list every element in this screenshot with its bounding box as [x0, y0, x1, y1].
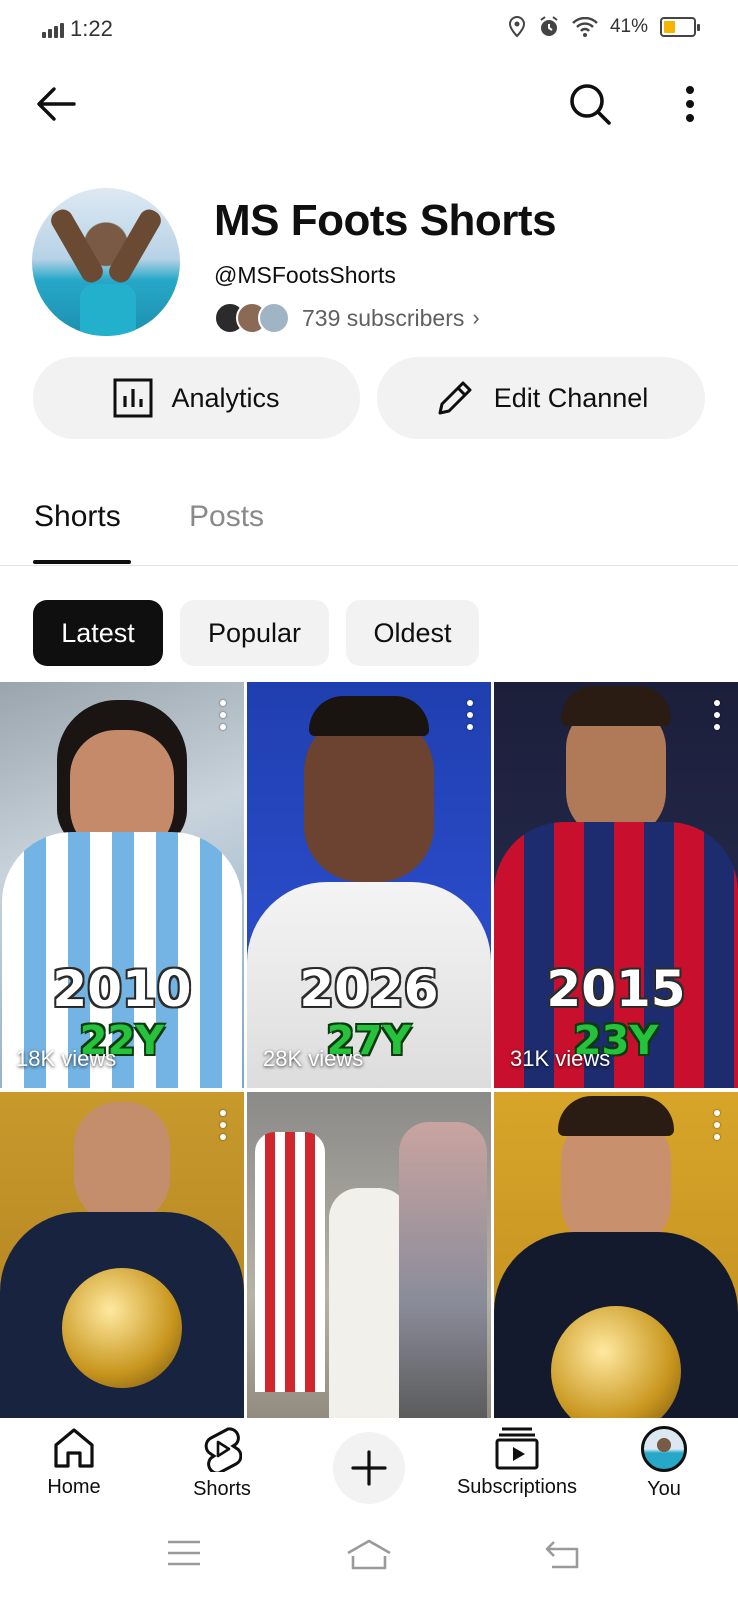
short-more-icon[interactable]: [712, 700, 722, 730]
search-icon: [570, 84, 611, 125]
plus-icon: [351, 1450, 387, 1486]
chevron-right-icon: ›: [472, 305, 480, 330]
nav-shorts-label: Shorts: [193, 1478, 251, 1500]
chip-oldest[interactable]: Oldest: [346, 600, 479, 666]
system-nav-bar: [0, 1516, 738, 1600]
location-icon: [508, 16, 525, 38]
short-year: 2015: [546, 960, 686, 1018]
short-year: 2026: [299, 960, 439, 1018]
short-card[interactable]: 2014: [494, 1092, 738, 1418]
system-back-button[interactable]: [544, 1538, 582, 1575]
system-home-icon: [347, 1539, 391, 1570]
avatar-icon: [641, 1426, 687, 1472]
nav-you[interactable]: You: [599, 1426, 729, 1501]
short-views: 31K views: [510, 1046, 611, 1071]
bottom-nav: Home Shorts Subscriptions You: [0, 1418, 738, 1516]
wifi-icon: [572, 17, 598, 37]
nav-subscriptions[interactable]: Subscriptions: [451, 1426, 583, 1499]
create-button[interactable]: [333, 1432, 405, 1504]
short-card[interactable]: 2015 23Y 31K views: [494, 682, 738, 1088]
analytics-label: Analytics: [171, 382, 280, 413]
signal-icon: [42, 20, 64, 38]
channel-name: MS Foots Shorts: [214, 196, 557, 245]
short-card[interactable]: 1995: [247, 1092, 491, 1418]
tab-shorts[interactable]: Shorts: [34, 500, 121, 534]
tab-posts[interactable]: Posts: [189, 500, 264, 534]
analytics-icon: [113, 378, 153, 418]
status-bar: 1:22 41%: [0, 0, 738, 60]
subscriber-count: 739 subscribers: [302, 304, 465, 331]
short-card[interactable]: 2014: [0, 1092, 244, 1418]
menu-icon: [168, 1540, 200, 1566]
tab-active-indicator: [33, 560, 131, 564]
nav-you-label: You: [647, 1478, 681, 1500]
channel-handle: @MSFootsShorts: [214, 262, 396, 288]
pencil-icon: [438, 381, 472, 415]
more-options-button[interactable]: [662, 76, 718, 132]
status-time: 1:22: [70, 16, 113, 41]
edit-channel-button[interactable]: Edit Channel: [377, 357, 705, 439]
subscriber-avatars: [214, 302, 290, 334]
shorts-icon: [204, 1427, 242, 1472]
short-views: 28K views: [263, 1046, 364, 1071]
battery-icon: [660, 17, 700, 37]
top-bar: [0, 70, 738, 142]
short-more-icon[interactable]: [712, 1110, 722, 1140]
status-right: 41%: [508, 16, 700, 38]
short-more-icon[interactable]: [218, 1110, 228, 1140]
nav-shorts[interactable]: Shorts: [157, 1426, 287, 1501]
search-button[interactable]: [562, 76, 618, 132]
shorts-grid: 2010 22Y 18K views 2026 27Y 28K views 20…: [0, 682, 738, 1418]
battery-fill: [664, 21, 676, 33]
short-views: 18K views: [16, 1046, 117, 1071]
back-arrow-icon: [37, 87, 76, 121]
status-left: 1:22: [42, 16, 113, 42]
short-more-icon[interactable]: [218, 700, 228, 730]
analytics-button[interactable]: Analytics: [33, 357, 360, 439]
channel-avatar[interactable]: [32, 188, 180, 336]
more-vert-icon: [686, 86, 694, 122]
alarm-icon: [540, 16, 558, 36]
back-button[interactable]: [28, 76, 84, 132]
short-more-icon[interactable]: [465, 700, 475, 730]
chip-latest[interactable]: Latest: [33, 600, 163, 666]
short-year: 2010: [52, 960, 192, 1018]
recents-button[interactable]: [166, 1538, 202, 1573]
chip-popular[interactable]: Popular: [180, 600, 329, 666]
system-home-button[interactable]: [346, 1538, 392, 1575]
nav-home[interactable]: Home: [9, 1426, 139, 1499]
subscriber-avatar: [258, 302, 290, 334]
nav-subscriptions-label: Subscriptions: [456, 1476, 578, 1498]
short-card[interactable]: 2026 27Y 28K views: [247, 682, 491, 1088]
battery-percent: 41%: [609, 16, 648, 37]
system-back-icon: [545, 1541, 579, 1569]
channel-tabs: Shorts Posts: [0, 484, 738, 566]
nav-home-label: Home: [47, 1476, 101, 1498]
short-card[interactable]: 2010 22Y 18K views: [0, 682, 244, 1088]
subscribers-row[interactable]: 739 subscribers ›: [214, 302, 480, 334]
edit-channel-label: Edit Channel: [493, 382, 649, 413]
subscriptions-icon: [495, 1427, 539, 1470]
home-icon: [54, 1428, 94, 1468]
